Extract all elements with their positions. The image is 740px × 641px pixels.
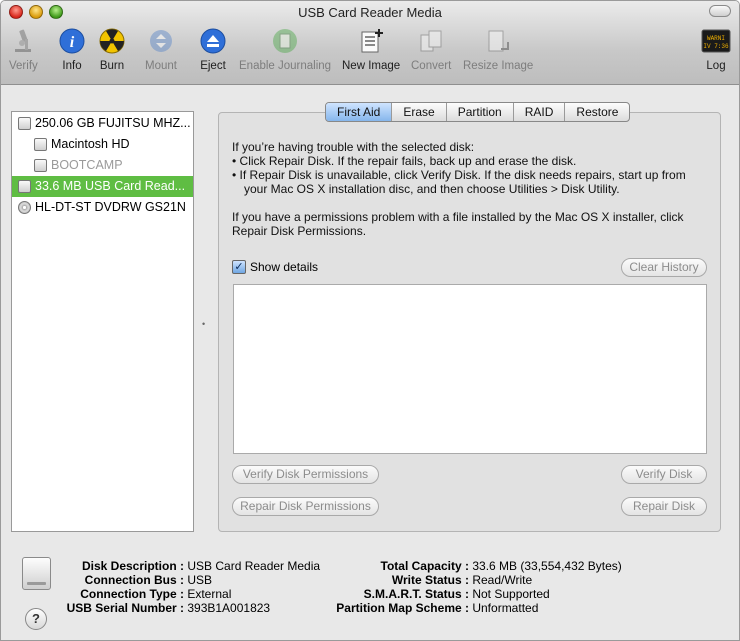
sidebar-item[interactable]: 33.6 MB USB Card Read... [12, 176, 193, 197]
tab-bar: First Aid Erase Partition RAID Restore [325, 102, 631, 122]
disk-description-label: Disk Description : [81, 559, 184, 573]
resize-image-button[interactable]: Resize Image [463, 27, 533, 72]
sidebar-item-label: HL-DT-ST DVDRW GS21N [35, 200, 186, 214]
eject-button[interactable]: Eject [199, 27, 227, 72]
usb-serial-label: USB Serial Number : [66, 601, 184, 615]
verify-disk-button[interactable]: Verify Disk [621, 465, 707, 484]
partition-map-value: Unformatted [472, 601, 539, 615]
instructions-bullet-2: • If Repair Disk is unavailable, click V… [232, 168, 686, 196]
convert-icon [417, 27, 445, 55]
sidebar-item-label: BOOTCAMP [51, 158, 123, 172]
instructions-bullet-1: • Click Repair Disk. If the repair fails… [232, 154, 577, 168]
details-left: Disk Description : USB Card Reader Media… [41, 559, 320, 615]
verify-disk-permissions-button[interactable]: Verify Disk Permissions [232, 465, 379, 484]
disk-utility-window: USB Card Reader Media Verify i Info Burn [0, 0, 740, 641]
connection-bus-label: Connection Bus : [84, 573, 184, 587]
eject-icon [199, 27, 227, 55]
new-image-icon [357, 27, 385, 55]
toolbar-toggle-button[interactable] [709, 5, 731, 17]
checkmark-icon: ✓ [232, 260, 246, 274]
info-button[interactable]: i Info [58, 27, 86, 72]
sidebar-item-label: 33.6 MB USB Card Read... [35, 179, 186, 193]
total-capacity-value: 33.6 MB (33,554,432 Bytes) [472, 559, 622, 573]
verify-button[interactable]: Verify [9, 27, 38, 72]
enable-journaling-button[interactable]: Enable Journaling [239, 27, 331, 72]
resize-image-icon [484, 27, 512, 55]
log-console-icon: WARNI IV 7:36 [701, 27, 731, 55]
convert-button[interactable]: Convert [411, 27, 451, 72]
clear-history-button[interactable]: Clear History [621, 258, 707, 277]
tab-partition[interactable]: Partition [445, 103, 513, 121]
info-icon: i [58, 27, 86, 55]
volume-icon [34, 138, 47, 151]
smart-status-label: S.M.A.R.T. Status : [363, 587, 469, 601]
burn-radiation-icon [98, 27, 126, 55]
show-details-checkbox[interactable]: ✓ Show details [232, 260, 318, 274]
repair-disk-permissions-button[interactable]: Repair Disk Permissions [232, 497, 379, 516]
splitter-handle[interactable]: • [202, 319, 207, 329]
show-details-label: Show details [250, 260, 319, 274]
tab-first-aid[interactable]: First Aid [326, 103, 392, 121]
svg-text:WARNI: WARNI [707, 35, 725, 42]
hard-disk-icon [18, 180, 31, 193]
sidebar-item[interactable]: HL-DT-ST DVDRW GS21N [12, 197, 193, 218]
disk-list-sidebar[interactable]: 250.06 GB FUJITSU MHZ... Macintosh HD BOOT… [11, 111, 194, 532]
hard-disk-icon [18, 117, 31, 130]
smart-status-value: Not Supported [472, 587, 550, 601]
mount-icon [147, 27, 175, 55]
total-capacity-label: Total Capacity : [380, 559, 469, 573]
usb-serial-value: 393B1A001823 [187, 601, 271, 615]
optical-disc-icon [18, 201, 31, 214]
sidebar-item[interactable]: 250.06 GB FUJITSU MHZ... [12, 113, 193, 134]
permissions-note: If you have a permissions problem with a… [232, 210, 684, 238]
mount-button[interactable]: Mount [145, 27, 177, 72]
first-aid-instructions: If you’re having trouble with the select… [232, 140, 707, 238]
repair-disk-button[interactable]: Repair Disk [621, 497, 707, 516]
connection-type-value: External [187, 587, 232, 601]
new-image-button[interactable]: New Image [342, 27, 400, 72]
log-button[interactable]: WARNI IV 7:36 Log [701, 27, 731, 72]
sidebar-item-label: Macintosh HD [51, 137, 130, 151]
window-title: USB Card Reader Media [298, 5, 442, 20]
sidebar-item-label: 250.06 GB FUJITSU MHZ... [35, 116, 191, 130]
write-status-value: Read/Write [472, 573, 533, 587]
tab-restore[interactable]: Restore [564, 103, 629, 121]
details-log-area[interactable] [233, 284, 707, 454]
svg-text:IV 7:36: IV 7:36 [703, 43, 729, 50]
partition-map-label: Partition Map Scheme : [336, 601, 469, 615]
volume-icon [34, 159, 47, 172]
journal-icon [271, 27, 299, 55]
svg-text:i: i [70, 34, 75, 51]
disk-description-value: USB Card Reader Media [187, 559, 321, 573]
microscope-icon [9, 27, 37, 55]
sidebar-item[interactable]: BOOTCAMP [12, 155, 193, 176]
burn-button[interactable]: Burn [98, 27, 126, 72]
tab-erase[interactable]: Erase [391, 103, 445, 121]
sidebar-item[interactable]: Macintosh HD [12, 134, 193, 155]
connection-bus-value: USB [187, 573, 213, 587]
titlebar: USB Card Reader Media Verify i Info Burn [1, 1, 739, 85]
connection-type-label: Connection Type : [80, 587, 184, 601]
instructions-intro: If you’re having trouble with the select… [232, 140, 475, 154]
write-status-label: Write Status : [391, 573, 469, 587]
details-right: Total Capacity : 33.6 MB (33,554,432 Byt… [323, 559, 622, 615]
tab-raid[interactable]: RAID [512, 103, 565, 121]
